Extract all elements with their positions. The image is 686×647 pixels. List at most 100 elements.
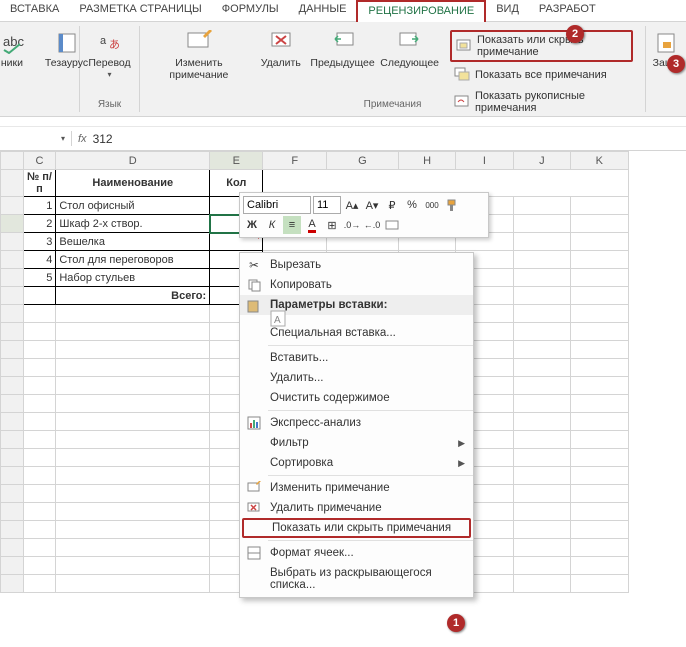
row-header[interactable] (1, 341, 24, 359)
row-header[interactable] (1, 557, 24, 575)
col-header[interactable]: J (513, 152, 570, 170)
cell-total[interactable]: Всего: (56, 287, 210, 305)
cell[interactable]: Стол для переговоров (56, 251, 210, 269)
row-header[interactable] (1, 215, 24, 233)
col-header[interactable]: H (398, 152, 455, 170)
row-header[interactable] (1, 431, 24, 449)
col-header[interactable]: C (23, 152, 56, 170)
row-header[interactable] (1, 251, 24, 269)
edit-comment-button[interactable]: Изменить примечание (146, 26, 252, 98)
accounting-format-icon[interactable]: ₽ (383, 196, 401, 214)
cell[interactable]: Набор стульев (56, 269, 210, 287)
row-header[interactable] (1, 539, 24, 557)
cell[interactable]: 2 (23, 215, 56, 233)
ctx-pick-from-list[interactable]: Выбрать из раскрывающегося списка... (240, 563, 473, 595)
col-header[interactable]: K (571, 152, 628, 170)
row-header[interactable] (1, 467, 24, 485)
ctx-delete-comment[interactable]: Удалить примечание (240, 498, 473, 518)
col-header[interactable]: F (263, 152, 327, 170)
fx-label[interactable]: fx (78, 133, 87, 145)
show-all-comments-button[interactable]: Показать все примечания (450, 65, 633, 85)
cell[interactable]: Стол офисный (56, 197, 210, 215)
svg-text:あ: あ (109, 38, 120, 51)
ctx-delete[interactable]: Удалить... (240, 368, 473, 388)
font-family-input[interactable] (243, 196, 311, 214)
col-header[interactable]: G (327, 152, 399, 170)
row-header[interactable] (1, 323, 24, 341)
tab-developer[interactable]: РАЗРАБОТ (529, 0, 606, 21)
row-header[interactable] (1, 269, 24, 287)
comma-format-icon[interactable]: 000 (423, 196, 441, 214)
row-header[interactable] (1, 287, 24, 305)
row-header[interactable] (1, 413, 24, 431)
next-comment-button[interactable]: Следующее (379, 26, 440, 98)
ctx-format-cells[interactable]: Формат ячеек... (240, 543, 473, 563)
ctx-copy[interactable]: Копировать (240, 275, 473, 295)
row-header[interactable] (1, 449, 24, 467)
row-header[interactable] (1, 503, 24, 521)
align-center-icon[interactable]: ≡ (283, 216, 301, 234)
ctx-clear-contents[interactable]: Очистить содержимое (240, 388, 473, 408)
ctx-filter[interactable]: Фильтр ▶ (240, 433, 473, 453)
table-header[interactable]: Наименование (56, 170, 210, 197)
decrease-decimal-icon[interactable]: ←.0 (363, 216, 381, 234)
protect-icon (652, 28, 680, 56)
percent-format-icon[interactable]: % (403, 196, 421, 214)
ctx-quick-analysis[interactable]: Экспресс-анализ (240, 413, 473, 433)
italic-button[interactable]: К (263, 216, 281, 234)
col-header[interactable]: I (456, 152, 513, 170)
edit-comment-icon (185, 28, 213, 56)
font-size-input[interactable] (313, 196, 341, 214)
row-header[interactable] (1, 377, 24, 395)
cell[interactable] (23, 287, 56, 305)
delete-comment-button[interactable]: Удалить (256, 26, 306, 98)
cell[interactable]: 4 (23, 251, 56, 269)
ctx-paste-option[interactable]: A (240, 315, 473, 323)
tab-formulas[interactable]: ФОРМУЛЫ (212, 0, 289, 21)
decrease-font-icon[interactable]: A▾ (363, 196, 381, 214)
row-header[interactable] (1, 170, 24, 197)
name-box[interactable]: ▾ (0, 131, 72, 146)
tab-review[interactable]: РЕЦЕНЗИРОВАНИЕ (356, 0, 486, 22)
tab-page-layout[interactable]: РАЗМЕТКА СТРАНИЦЫ (69, 0, 211, 21)
increase-decimal-icon[interactable]: .0→ (343, 216, 361, 234)
translate-button[interactable]: aあ Перевод ▾ (84, 26, 134, 98)
bold-button[interactable]: Ж (243, 216, 261, 234)
row-header[interactable] (1, 233, 24, 251)
cell[interactable]: 3 (23, 233, 56, 251)
row-header[interactable] (1, 359, 24, 377)
col-header[interactable]: D (56, 152, 210, 170)
previous-comment-button[interactable]: Предыдущее (310, 26, 376, 98)
row-header[interactable] (1, 521, 24, 539)
cell[interactable]: 5 (23, 269, 56, 287)
merge-icon[interactable] (383, 216, 401, 234)
cell[interactable]: 1 (23, 197, 56, 215)
previous-icon (329, 28, 357, 56)
row-header[interactable] (1, 395, 24, 413)
row-header[interactable] (1, 197, 24, 215)
row-header[interactable] (1, 305, 24, 323)
cell[interactable]: Вешелка (56, 233, 210, 251)
ctx-paste-special[interactable]: Специальная вставка... (240, 323, 473, 343)
spellcheck-button[interactable]: abc ники (0, 26, 37, 98)
tab-data[interactable]: ДАННЫЕ (289, 0, 357, 21)
increase-font-icon[interactable]: A▴ (343, 196, 361, 214)
borders-icon[interactable]: ⊞ (323, 216, 341, 234)
show-hide-comment-button[interactable]: Показать или скрыть примечание (450, 30, 633, 62)
ctx-sort[interactable]: Сортировка ▶ (240, 453, 473, 473)
tab-view[interactable]: ВИД (486, 0, 529, 21)
select-all-cell[interactable] (1, 152, 24, 170)
ctx-show-hide-comments[interactable]: Показать или скрыть примечания (242, 518, 471, 538)
table-header[interactable]: № п/п (23, 170, 56, 197)
format-painter-icon[interactable] (443, 196, 461, 214)
font-color-icon[interactable]: A (303, 216, 321, 234)
ctx-edit-comment[interactable]: Изменить примечание (240, 478, 473, 498)
tab-insert[interactable]: ВСТАВКА (0, 0, 69, 21)
formula-input[interactable]: 312 (93, 132, 113, 146)
row-header[interactable] (1, 485, 24, 503)
ctx-cut[interactable]: ✂ Вырезать (240, 255, 473, 275)
cell[interactable]: Шкаф 2-х створ. (56, 215, 210, 233)
row-header[interactable] (1, 575, 24, 593)
col-header[interactable]: E (210, 152, 263, 170)
ctx-insert[interactable]: Вставить... (240, 348, 473, 368)
